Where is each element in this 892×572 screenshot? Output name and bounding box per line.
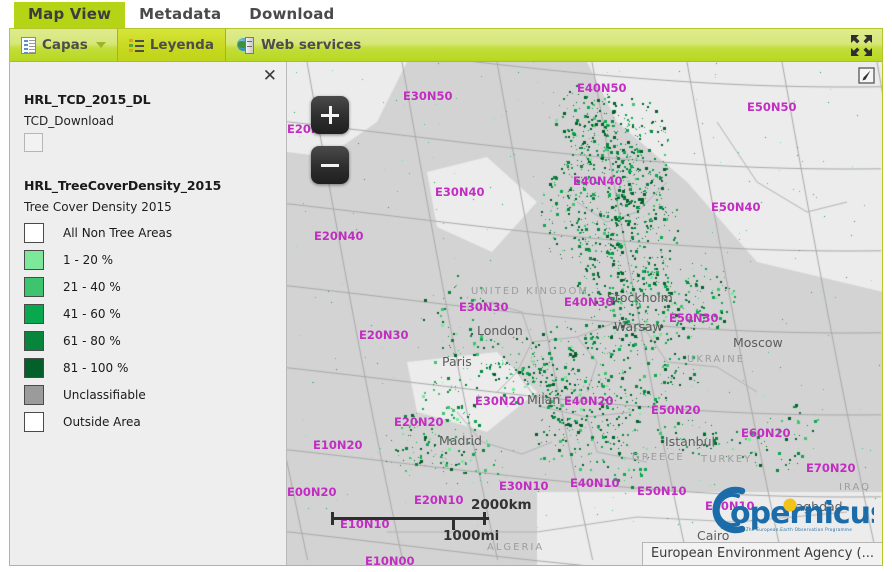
legend-item-label: 1 - 20 % [63,252,114,267]
legend-item: 21 - 40 % [24,273,274,300]
legend-color-swatch [24,330,44,351]
map-country-label: UKRAINE [687,354,746,365]
zoom-in-button[interactable] [311,96,349,134]
map-grid-label: E10N20 [313,438,363,452]
tab-metadata[interactable]: Metadata [125,2,235,28]
map-scale-bar: 2000km 1000mi [331,497,532,544]
map-canvas-container[interactable]: UNITED KINGDOM UKRAINE TURKEY GREECE ALGERIA… [287,62,882,565]
map-zoom-controls [311,96,349,196]
map-city-label: Stockholm [607,290,673,305]
layer-title-tcd-download: HRL_TCD_2015_DL [24,92,151,107]
layer-subtitle-tcd-download: TCD_Download [24,114,114,128]
legend-item: 61 - 80 % [24,327,274,354]
map-grid-label: E40N40 [573,174,623,188]
map-attribution: European Environment Agency (... [641,542,882,565]
fullscreen-icon[interactable] [849,33,874,58]
viewer-body: ✕ HRL_TCD_2015_DL TCD_Download HRL_TreeC… [10,62,882,565]
application-root: Map View Metadata Download Capas Leyenda [0,0,892,572]
scale-label-km: 2000km [471,497,532,513]
legend-list-icon [128,38,144,53]
legend-item: 41 - 60 % [24,300,274,327]
svg-text:opernicus: opernicus [730,496,874,531]
toolbar-button-capas[interactable]: Capas [10,29,117,61]
legend-color-swatch [24,384,44,405]
map-city-label: London [477,323,523,338]
legend-item: Outside Area [24,408,274,435]
top-navigation: Map View Metadata Download [0,0,892,28]
legend-color-swatch [24,411,44,432]
legend-color-swatch [24,249,44,270]
svg-text:The European Earth Observation: The European Earth Observation Programme [745,527,852,532]
legend-item: 81 - 100 % [24,354,274,381]
legend-item-label: Outside Area [63,414,141,429]
map-grid-label: E20N40 [314,229,364,243]
toolbar-button-leyenda[interactable]: Leyenda [116,29,226,61]
map-grid-label: E70N20 [806,461,856,475]
legend-item-label: Unclassifiable [63,387,146,402]
map-country-label: TURKEY [701,454,753,465]
legend-item-label: All Non Tree Areas [63,225,173,240]
viewer-toolbar: Capas Leyenda Web services [10,29,882,62]
tab-download[interactable]: Download [235,2,348,28]
map-city-label: Milan [527,392,561,407]
legend-item: 1 - 20 % [24,246,274,273]
toolbar-button-web-services[interactable]: Web services [226,29,372,61]
legend-panel: ✕ HRL_TCD_2015_DL TCD_Download HRL_TreeC… [10,62,287,565]
map-grid-label: E50N20 [651,403,701,417]
map-grid-label: E40N50 [577,81,627,95]
layer-subtitle-tree-cover-density: Tree Cover Density 2015 [24,200,172,214]
map-grid-label: E30N30 [459,300,509,314]
map-grid-label: E40N20 [564,394,614,408]
map-grid-label: E10N00 [365,554,415,565]
toolbar-leyenda-label: Leyenda [149,37,214,53]
zoom-out-button[interactable] [311,146,349,184]
legend-item-list: All Non Tree Areas 1 - 20 % 21 - 40 % 41 - … [24,219,274,435]
map-city-label: Madrid [439,433,482,448]
map-grid-label: E40N30 [564,295,614,309]
map-city-label: Warsaw [614,319,663,334]
legend-color-swatch [24,357,44,378]
tab-map-view[interactable]: Map View [14,2,126,28]
toolbar-capas-label: Capas [42,37,88,53]
map-grid-label: E30N50 [403,89,453,103]
map-grid-label: E40N10 [570,476,620,490]
map-grid-label: E60N20 [741,426,791,440]
map-grid-label: E20N10 [414,493,464,507]
map-grid-label: E30N10 [499,479,549,493]
map-viewer-frame: Capas Leyenda Web services ✕ HRL_TCD_201… [9,28,883,566]
map-grid-label: E50N50 [747,100,797,114]
map-country-label: GREECE [632,452,685,463]
legend-item-label: 21 - 40 % [63,279,121,294]
map-grid-label: E50N40 [711,200,761,214]
toolbar-webservices-label: Web services [260,37,362,53]
layers-icon [21,36,36,54]
map-grid-label: E20N20 [394,415,444,429]
map-grid-label: E50N10 [637,484,687,498]
legend-color-swatch [24,222,44,243]
map-grid-label: E30N40 [435,185,485,199]
legend-swatch-tcd-download [24,133,43,152]
globe-server-icon [236,36,255,54]
map-city-label: Paris [442,354,472,369]
legend-item: Unclassifiable [24,381,274,408]
map-grid-label: E30N20 [475,394,525,408]
scale-label-mi: 1000mi [443,528,500,544]
map-city-label: Istanbul [665,434,716,449]
map-grid-label: E20N30 [359,328,409,342]
map-city-label: Moscow [733,335,783,350]
legend-color-swatch [24,276,44,297]
chevron-down-icon [95,42,106,48]
close-icon[interactable]: ✕ [263,68,277,85]
legend-item-label: 41 - 60 % [63,306,121,321]
legend-item-label: 61 - 80 % [63,333,121,348]
map-grid-label: E50N30 [669,311,719,325]
legend-item-label: 81 - 100 % [63,360,129,375]
map-grid-label: E00N20 [287,485,337,499]
draw-edit-icon[interactable] [858,67,875,84]
legend-item: All Non Tree Areas [24,219,274,246]
copernicus-logo: opernicus The European Earth Observation… [704,485,882,535]
legend-color-swatch [24,303,44,324]
layer-title-tree-cover-density: HRL_TreeCoverDensity_2015 [24,178,222,193]
